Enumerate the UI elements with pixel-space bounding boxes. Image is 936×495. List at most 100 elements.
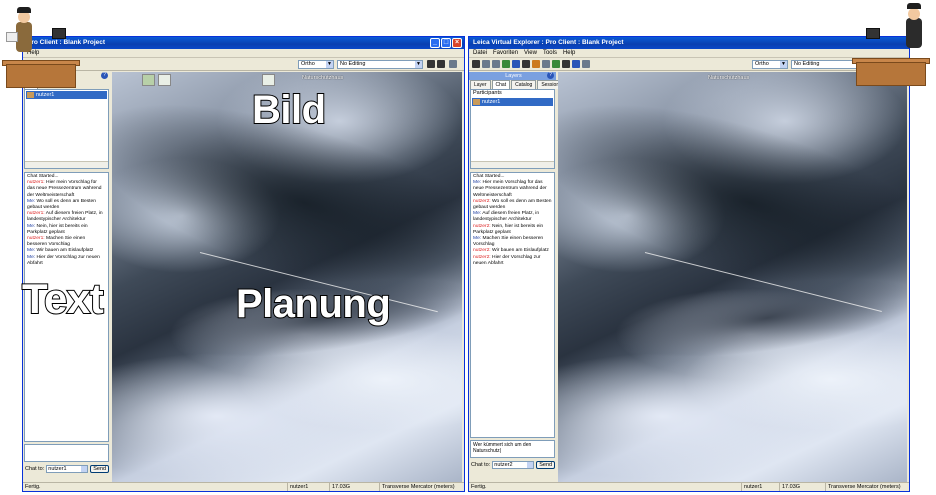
globe-icon[interactable] (472, 60, 480, 68)
user-item[interactable]: nutzer1 (26, 91, 107, 99)
tab-chat[interactable]: Chat (491, 80, 511, 89)
chat-line: nutzer2: Wo soll es denn am Besten gebau… (473, 198, 552, 211)
user-name: nutzer1 (482, 99, 501, 105)
chat-to-label: Chat to: (471, 462, 491, 468)
select-tool-icon[interactable] (437, 60, 445, 68)
status-projection: Transverse Mercator (meters) (825, 483, 901, 491)
overlay-bild: Bild (251, 87, 327, 133)
chat-line: Me: Wo soll es denn am Besten gebaut wer… (27, 198, 96, 211)
status-text: Fertig. (25, 484, 41, 490)
send-button[interactable]: Send (90, 465, 110, 473)
status-text: Fertig. (471, 484, 487, 490)
figure-body (906, 18, 922, 48)
horizontal-scrollbar[interactable] (25, 161, 108, 168)
chat-line: nutzer1: Machen Sie einen besseren Vorsc… (27, 236, 86, 248)
chat-to-select[interactable]: nutzer1 (46, 465, 89, 473)
minimize-button[interactable]: _ (430, 38, 440, 48)
building-icon[interactable] (158, 74, 171, 86)
tab-catalog[interactable]: Catalog (511, 80, 537, 89)
tab-layer[interactable]: Layer (470, 80, 491, 89)
menu-favoriten[interactable]: Favoriten (493, 49, 518, 57)
layers-icon[interactable] (582, 60, 590, 68)
info-icon[interactable] (522, 60, 530, 68)
save-icon[interactable] (492, 60, 500, 68)
chat-to-value: nutzer2 (494, 462, 513, 468)
help-icon[interactable]: ? (547, 72, 554, 79)
user-item[interactable]: nutzer1 (472, 98, 553, 106)
measure-icon[interactable] (532, 60, 540, 68)
house-icon[interactable] (262, 74, 275, 86)
left-title-bar[interactable]: Pro Client : Blank Project _ □ × (23, 37, 464, 49)
layers-header: Layers ? (469, 72, 556, 80)
right-app-window: Leica Virtual Explorer : Pro Client : Bl… (468, 36, 910, 492)
chevron-down-icon: ▼ (326, 61, 333, 68)
globe-green-icon[interactable] (552, 60, 560, 68)
figure-hat (907, 3, 921, 9)
map-viewport[interactable]: Naturschutzhaus (112, 72, 462, 482)
user-name: nutzer1 (36, 92, 55, 98)
tools-icon[interactable] (542, 60, 550, 68)
figure-head (908, 8, 920, 20)
chat-line: nutzer2: Nein, hier ist bereits ein Park… (473, 223, 544, 235)
refresh-icon[interactable] (502, 60, 510, 68)
chat-to-select[interactable]: nutzer2 (492, 461, 535, 469)
avatar (27, 92, 34, 98)
right-window-title: Leica Virtual Explorer : Pro Client : Bl… (473, 39, 624, 46)
pointer-icon[interactable] (427, 60, 435, 68)
chat-line: Me: Machen Sie einen besseren Vorschlag (473, 236, 544, 248)
chat-line: nutzer2: Hier der Vorschlag zur neuen Ab… (473, 254, 541, 266)
chat-line: nutzer1: Auf diesem freien Platz, in lan… (27, 211, 103, 223)
chat-input[interactable] (24, 444, 109, 462)
menu-view[interactable]: View (524, 49, 537, 57)
chat-input[interactable]: Wer kümmert sich um den Naturschutz| (470, 440, 555, 458)
chat-line: Me: Hier der Vorschlag zur neuen Abfahrt (27, 254, 100, 266)
chat-line: Me: Nein, hier ist bereits ein Parkplatz… (27, 223, 88, 235)
map-viewport[interactable]: Naturschutzhaus (558, 72, 907, 482)
print-icon[interactable] (572, 60, 580, 68)
menu-tools[interactable]: Tools (543, 49, 557, 57)
figure-body (16, 22, 32, 52)
desk (6, 64, 76, 88)
close-button[interactable]: × (452, 38, 462, 48)
send-button[interactable]: Send (536, 461, 556, 469)
right-menu-bar: Datei Favoriten View Tools Help (469, 49, 909, 58)
chat-line: Me: Auf diesem freien Platz, in landesty… (473, 211, 540, 223)
window-icon[interactable] (449, 60, 457, 68)
left-status-bar: Fertig. nutzer1 17.03G Transverse Mercat… (23, 482, 464, 491)
edit-mode-select[interactable]: No Editing ▼ (337, 60, 423, 69)
chevron-down-icon: ▼ (415, 61, 422, 68)
zoom-icon[interactable] (512, 60, 520, 68)
user-list: nutzer1 (24, 89, 109, 169)
right-side-panel: Layers ? Layer Chat Catalog Sessions Par… (469, 72, 566, 482)
view-mode-value: Ortho (301, 61, 315, 67)
menu-help[interactable]: Help (563, 49, 575, 57)
status-coord: 17.03G (779, 483, 800, 491)
maximize-button[interactable]: □ (441, 38, 451, 48)
back-icon[interactable] (482, 60, 490, 68)
place-label: Naturschutzhaus (302, 75, 344, 81)
left-figurine-illustration (2, 2, 82, 92)
chat-to-value: nutzer1 (48, 466, 67, 472)
right-title-bar[interactable]: Leica Virtual Explorer : Pro Client : Bl… (469, 37, 909, 49)
horizontal-scrollbar[interactable] (471, 161, 554, 168)
participant-list: Participants nutzer1 (470, 89, 555, 169)
right-toolbar: Ortho ▼ No Editing ▼ (469, 58, 909, 71)
chat-log: Chat Started... Me: Hier mein Vorschlag … (470, 172, 555, 438)
chevron-down-icon: ▼ (780, 61, 787, 68)
menu-datei[interactable]: Datei (473, 49, 487, 57)
desk (856, 62, 926, 86)
overlay-text: Text (21, 274, 105, 323)
left-app-window: Pro Client : Blank Project _ □ × Help Or… (22, 36, 465, 492)
figure-hat (17, 7, 31, 13)
edit-mode-value: No Editing (794, 61, 820, 67)
view-mode-select[interactable]: Ortho ▼ (298, 60, 334, 69)
chat-line: Me: Hier mein Vorschlag für das neue Pre… (473, 180, 547, 198)
chat-to-label: Chat to: (25, 466, 45, 472)
view-mode-select[interactable]: Ortho ▼ (752, 60, 788, 69)
participants-label: Participants (473, 90, 502, 96)
help-icon[interactable]: ? (101, 72, 108, 79)
people-icon[interactable] (562, 60, 570, 68)
paper-icon (6, 32, 18, 42)
ski-icon[interactable] (142, 74, 155, 86)
chevron-down-icon (527, 462, 534, 468)
